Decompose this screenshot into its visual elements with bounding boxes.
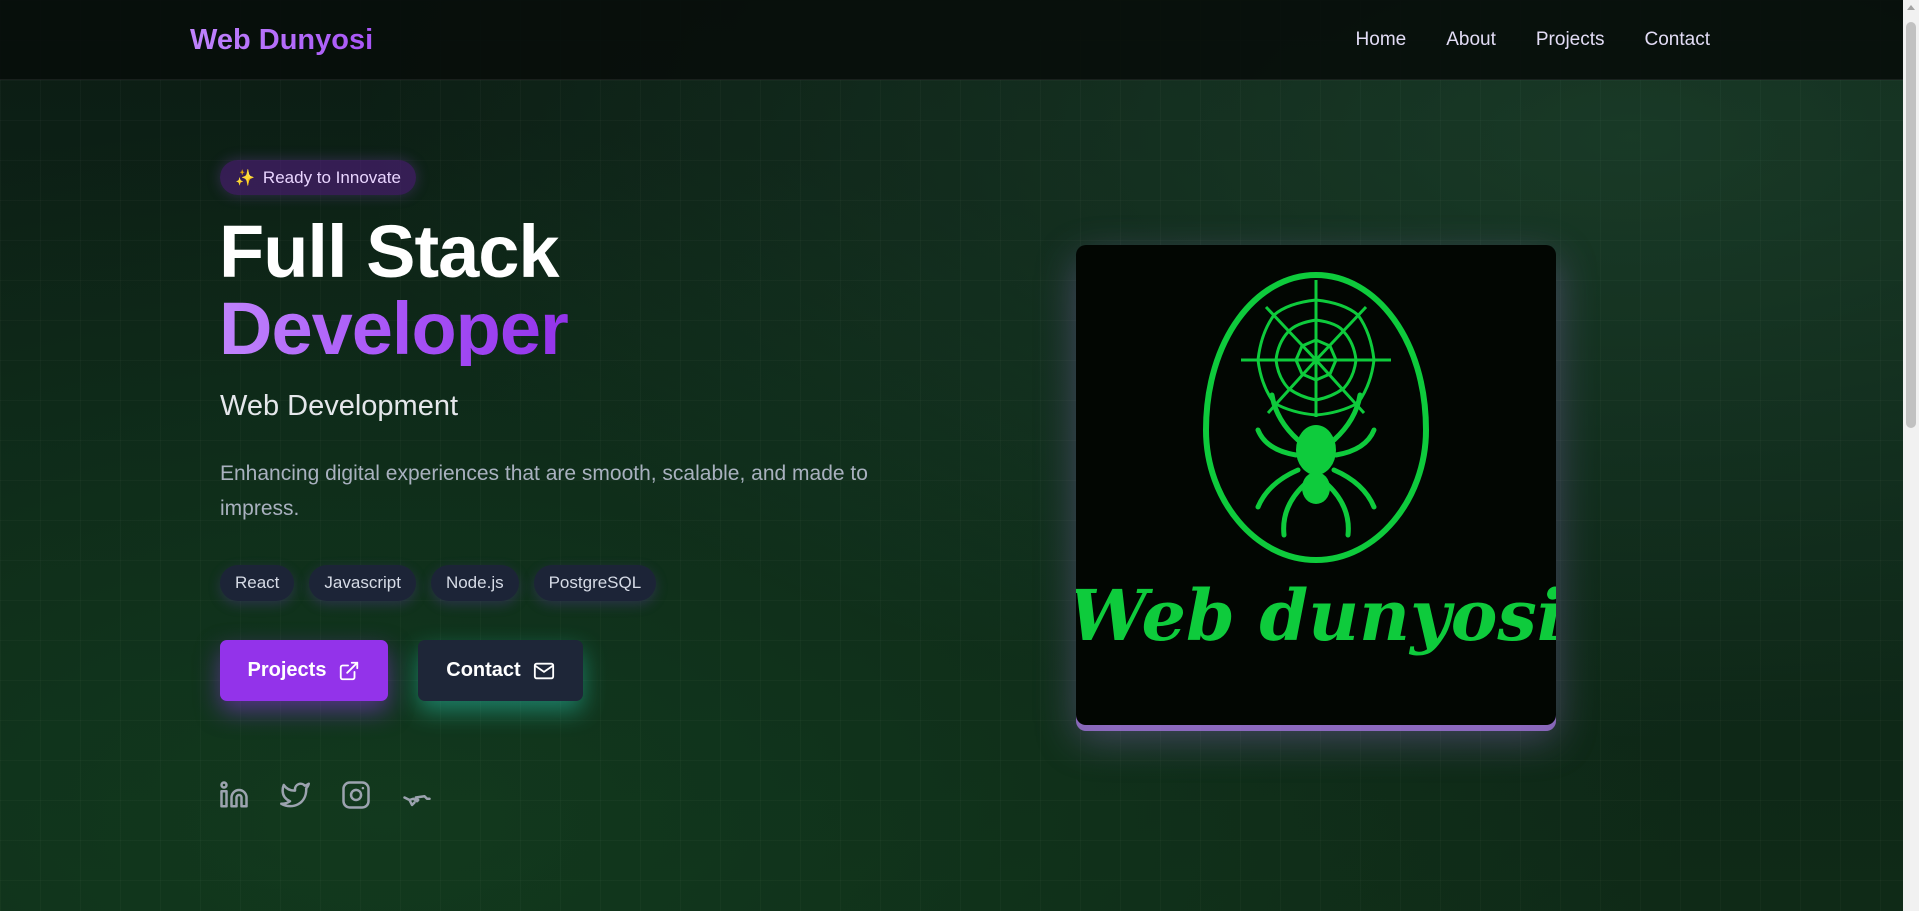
nav-link-projects[interactable]: Projects xyxy=(1536,29,1605,51)
scrollbar-thumb[interactable] xyxy=(1906,22,1916,428)
hero-title-line-1: Full Stack xyxy=(219,210,560,293)
badge-label: Ready to Innovate xyxy=(262,167,401,187)
hero-title-line-2: Developer xyxy=(219,287,569,370)
spider-web-logo: Web dunyosi xyxy=(1076,271,1556,657)
logo-text: Web dunyosi xyxy=(1076,574,1556,657)
contact-button[interactable]: Contact xyxy=(418,640,583,701)
tech-tags: React Javascript Node.js PostgreSQL xyxy=(220,565,657,601)
hero-description: Enhancing digital experiences that are s… xyxy=(220,462,868,520)
mail-icon xyxy=(533,662,554,679)
nav-link-contact[interactable]: Contact xyxy=(1645,29,1710,51)
nav-link-home[interactable]: Home xyxy=(1356,29,1407,51)
navbar: Web Dunyosi Home About Projects Contact xyxy=(0,0,1903,80)
tech-tag: React xyxy=(220,565,295,601)
telegram-icon[interactable] xyxy=(402,780,432,810)
hero-subtitle: Web Development xyxy=(220,390,459,422)
logo-card: Web dunyosi xyxy=(1076,245,1556,725)
external-link-icon xyxy=(340,661,359,680)
status-badge: ✨ Ready to Innovate xyxy=(220,160,416,195)
twitter-icon[interactable] xyxy=(280,780,310,810)
sparkles-icon: ✨ xyxy=(235,169,255,187)
vertical-scrollbar[interactable] xyxy=(1903,0,1919,911)
scroll-up-arrow-icon[interactable] xyxy=(1907,5,1915,10)
projects-button-label: Projects xyxy=(247,659,327,681)
instagram-icon[interactable] xyxy=(341,780,371,810)
tech-tag: Node.js xyxy=(430,565,519,601)
linkedin-icon[interactable] xyxy=(219,780,249,810)
projects-button[interactable]: Projects xyxy=(220,640,388,701)
tech-tag: PostgreSQL xyxy=(533,565,657,601)
nav-link-about[interactable]: About xyxy=(1446,29,1496,51)
social-links xyxy=(219,780,432,810)
contact-button-label: Contact xyxy=(446,659,521,681)
tech-tag: Javascript xyxy=(309,565,416,601)
brand-logo-text[interactable]: Web Dunyosi xyxy=(190,24,373,57)
nav-links: Home About Projects Contact xyxy=(1356,29,1710,51)
